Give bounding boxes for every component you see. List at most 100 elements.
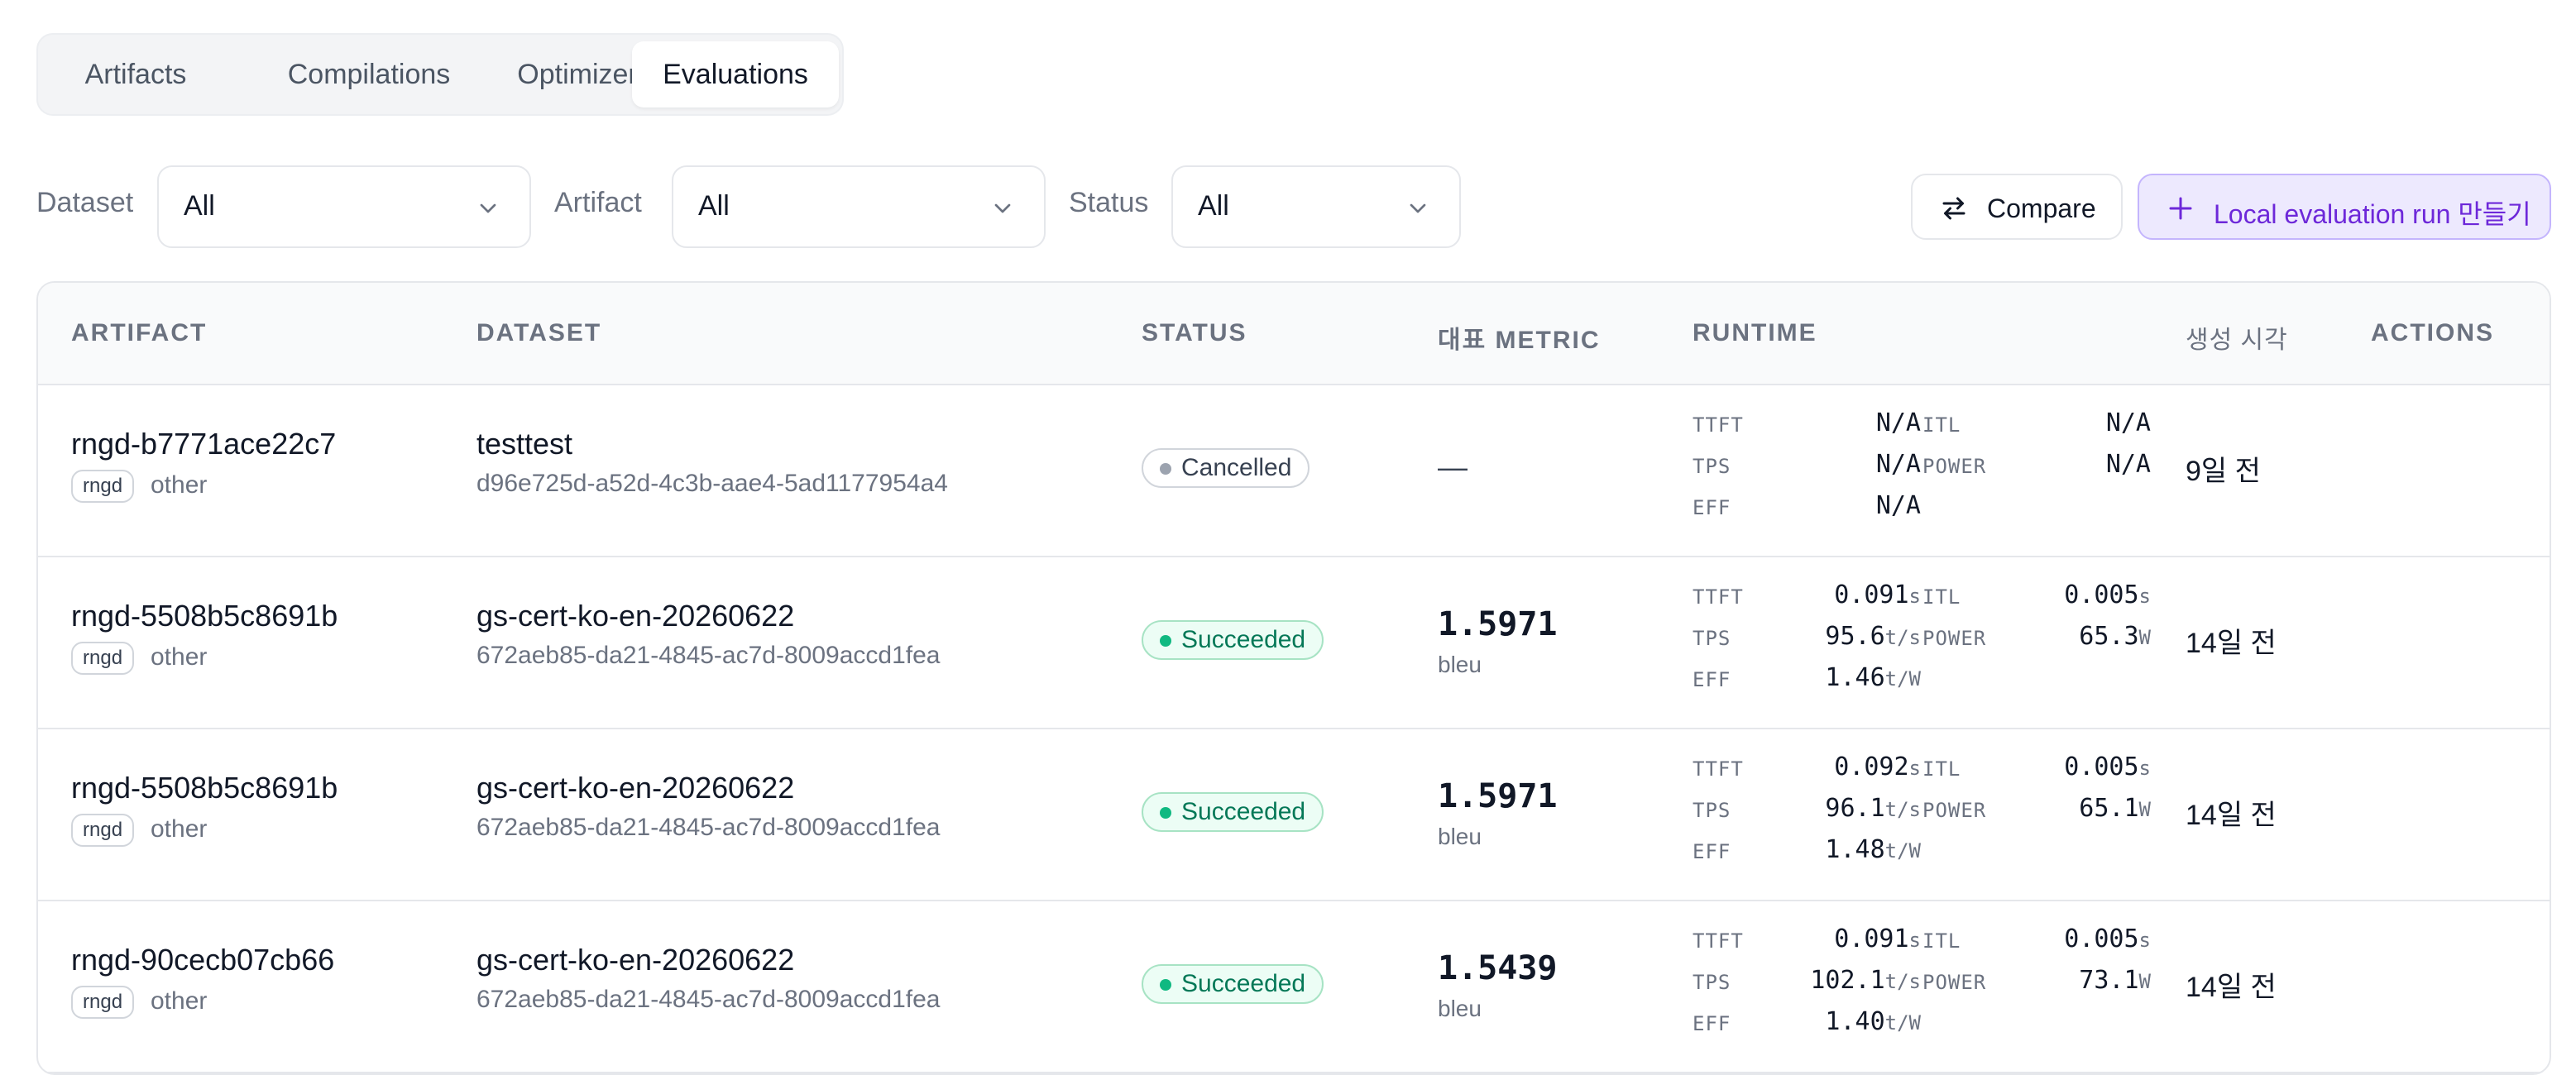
runtime-tps-value: 95.6t/s <box>1825 622 1921 651</box>
runtime-itl-value: 0.005s <box>2064 580 2151 609</box>
runtime-tps-value: 96.1t/s <box>1825 794 1921 823</box>
tab-compilations[interactable]: Compilations <box>222 41 516 108</box>
status-badge: Succeeded <box>1142 964 1324 1004</box>
status-dot-icon <box>1160 807 1171 819</box>
created-time: 9일 전 <box>2186 456 2261 487</box>
status-dot-icon <box>1160 463 1171 475</box>
runtime-tps-label: TPS <box>1693 627 1731 650</box>
runtime-ttft-value: 0.091s <box>1834 580 1921 609</box>
header-actions: ACTIONS <box>2371 319 2494 346</box>
created-time: 14일 전 <box>2186 800 2277 831</box>
runtime-itl-value: 0.005s <box>2064 924 2151 953</box>
runtime-power-value: 73.1W <box>2079 966 2151 995</box>
swap-arrows-icon <box>1942 197 1966 220</box>
table-row[interactable]: rngd-5508b5c8691b rngd other gs-cert-ko-… <box>38 556 2550 729</box>
chevron-down-icon <box>1410 203 1426 213</box>
runtime-eff-value: 1.48t/W <box>1825 835 1921 864</box>
artifact-name[interactable]: rngd-b7771ace22c7 <box>71 427 336 461</box>
compare-button[interactable]: Compare <box>1911 174 2123 240</box>
status-filter-label: Status <box>1069 187 1149 218</box>
runtime-eff-label: EFF <box>1693 1012 1731 1035</box>
artifact-name[interactable]: rngd-5508b5c8691b <box>71 771 338 805</box>
compare-label: Compare <box>1987 194 2096 223</box>
dataset-id: d96e725d-a52d-4c3b-aae4-5ad1177954a4 <box>476 470 948 497</box>
tab-artifacts[interactable]: Artifacts <box>53 41 218 108</box>
runtime-eff-value: 1.40t/W <box>1825 1007 1921 1036</box>
status-filter-select[interactable]: All <box>1171 165 1461 248</box>
runtime-eff-label: EFF <box>1693 668 1731 691</box>
metric-value: 1.5971 <box>1438 605 1558 643</box>
table-row[interactable]: rngd-5508b5c8691b rngd other gs-cert-ko-… <box>38 728 2550 901</box>
runtime-itl-label: ITL <box>1922 757 1961 781</box>
table-row[interactable]: rngd-90cecb07cb66 rngd other gs-cert-ko-… <box>38 900 2550 1073</box>
metric-unit: bleu <box>1438 996 1482 1021</box>
chevron-down-icon <box>994 203 1011 213</box>
created-time: 14일 전 <box>2186 628 2277 659</box>
status-badge: Succeeded <box>1142 792 1324 832</box>
runtime-ttft-value: 0.092s <box>1834 752 1921 781</box>
created-time: 14일 전 <box>2186 972 2277 1003</box>
runtime-tps-label: TPS <box>1693 799 1731 822</box>
runtime-tps-label: TPS <box>1693 971 1731 994</box>
header-status: STATUS <box>1142 319 1247 346</box>
status-filter-value: All <box>1198 190 1229 222</box>
status-badge: Succeeded <box>1142 620 1324 660</box>
runtime-tps-value: N/A <box>1875 450 1921 479</box>
runtime-power-value: N/A <box>2105 450 2151 479</box>
runtime-ttft-label: TTFT <box>1693 585 1744 609</box>
runtime-power-label: POWER <box>1922 799 1987 822</box>
runtime-ttft-value: N/A <box>1875 408 1921 437</box>
status-dot-icon <box>1160 635 1171 647</box>
runtime-eff-label: EFF <box>1693 496 1731 519</box>
dataset-filter-select[interactable]: All <box>157 165 531 248</box>
runtime-itl-label: ITL <box>1922 929 1961 953</box>
header-created: 생성 시각 <box>2186 327 2288 354</box>
local-evaluation-run-label: Local evaluation run 만들기 <box>2214 199 2531 229</box>
runtime-itl-value: N/A <box>2105 408 2151 437</box>
status-label: Cancelled <box>1181 454 1292 481</box>
artifact-filter-label: Artifact <box>554 187 642 218</box>
artifact-tag-chip: rngd <box>71 642 135 675</box>
artifact-tag-chip: rngd <box>71 986 135 1019</box>
plus-icon <box>2169 197 2192 220</box>
runtime-eff-value: 1.46t/W <box>1825 663 1921 692</box>
header-artifact: ARTIFACT <box>71 319 208 346</box>
artifact-name[interactable]: rngd-5508b5c8691b <box>71 599 338 633</box>
runtime-itl-value: 0.005s <box>2064 752 2151 781</box>
header-dataset: DATASET <box>476 319 602 346</box>
tab-bar: Artifacts Compilations Optimizer Evaluat… <box>36 33 844 116</box>
runtime-itl-label: ITL <box>1922 585 1961 609</box>
metric-value: — <box>1438 450 1468 484</box>
dataset-name[interactable]: gs-cert-ko-en-20260622 <box>476 771 794 805</box>
artifact-name[interactable]: rngd-90cecb07cb66 <box>71 943 334 977</box>
table-header: ARTIFACT DATASET STATUS 대표 METRIC RUNTIM… <box>38 283 2550 385</box>
artifact-category: other <box>151 987 208 1015</box>
runtime-ttft-label: TTFT <box>1693 929 1744 953</box>
status-dot-icon <box>1160 979 1171 991</box>
artifact-filter-select[interactable]: All <box>672 165 1046 248</box>
artifact-tag-chip: rngd <box>71 814 135 847</box>
artifact-tag-chip: rngd <box>71 470 135 503</box>
tab-evaluations[interactable]: Evaluations <box>632 41 839 108</box>
dataset-filter-label: Dataset <box>36 187 134 218</box>
runtime-ttft-value: 0.091s <box>1834 924 1921 953</box>
runtime-ttft-label: TTFT <box>1693 413 1744 437</box>
evaluations-table: ARTIFACT DATASET STATUS 대표 METRIC RUNTIM… <box>36 281 2551 1075</box>
table-row[interactable]: rngd-b7771ace22c7 rngd other testtest d9… <box>38 384 2550 557</box>
chevron-down-icon <box>480 203 496 213</box>
runtime-eff-value: N/A <box>1875 491 1921 520</box>
runtime-power-label: POWER <box>1922 455 1987 478</box>
metric-unit: bleu <box>1438 824 1482 849</box>
metric-value: 1.5439 <box>1438 949 1558 987</box>
runtime-power-label: POWER <box>1922 627 1987 650</box>
runtime-tps-label: TPS <box>1693 455 1731 478</box>
dataset-id: 672aeb85-da21-4845-ac7d-8009accd1fea <box>476 814 941 841</box>
metric-value: 1.5971 <box>1438 777 1558 815</box>
local-evaluation-run-button[interactable]: Local evaluation run 만들기 <box>2138 174 2551 240</box>
artifact-category: other <box>151 815 208 843</box>
runtime-power-label: POWER <box>1922 971 1987 994</box>
dataset-name[interactable]: testtest <box>476 427 572 461</box>
dataset-name[interactable]: gs-cert-ko-en-20260622 <box>476 599 794 633</box>
dataset-name[interactable]: gs-cert-ko-en-20260622 <box>476 943 794 977</box>
header-runtime: RUNTIME <box>1693 319 1817 346</box>
